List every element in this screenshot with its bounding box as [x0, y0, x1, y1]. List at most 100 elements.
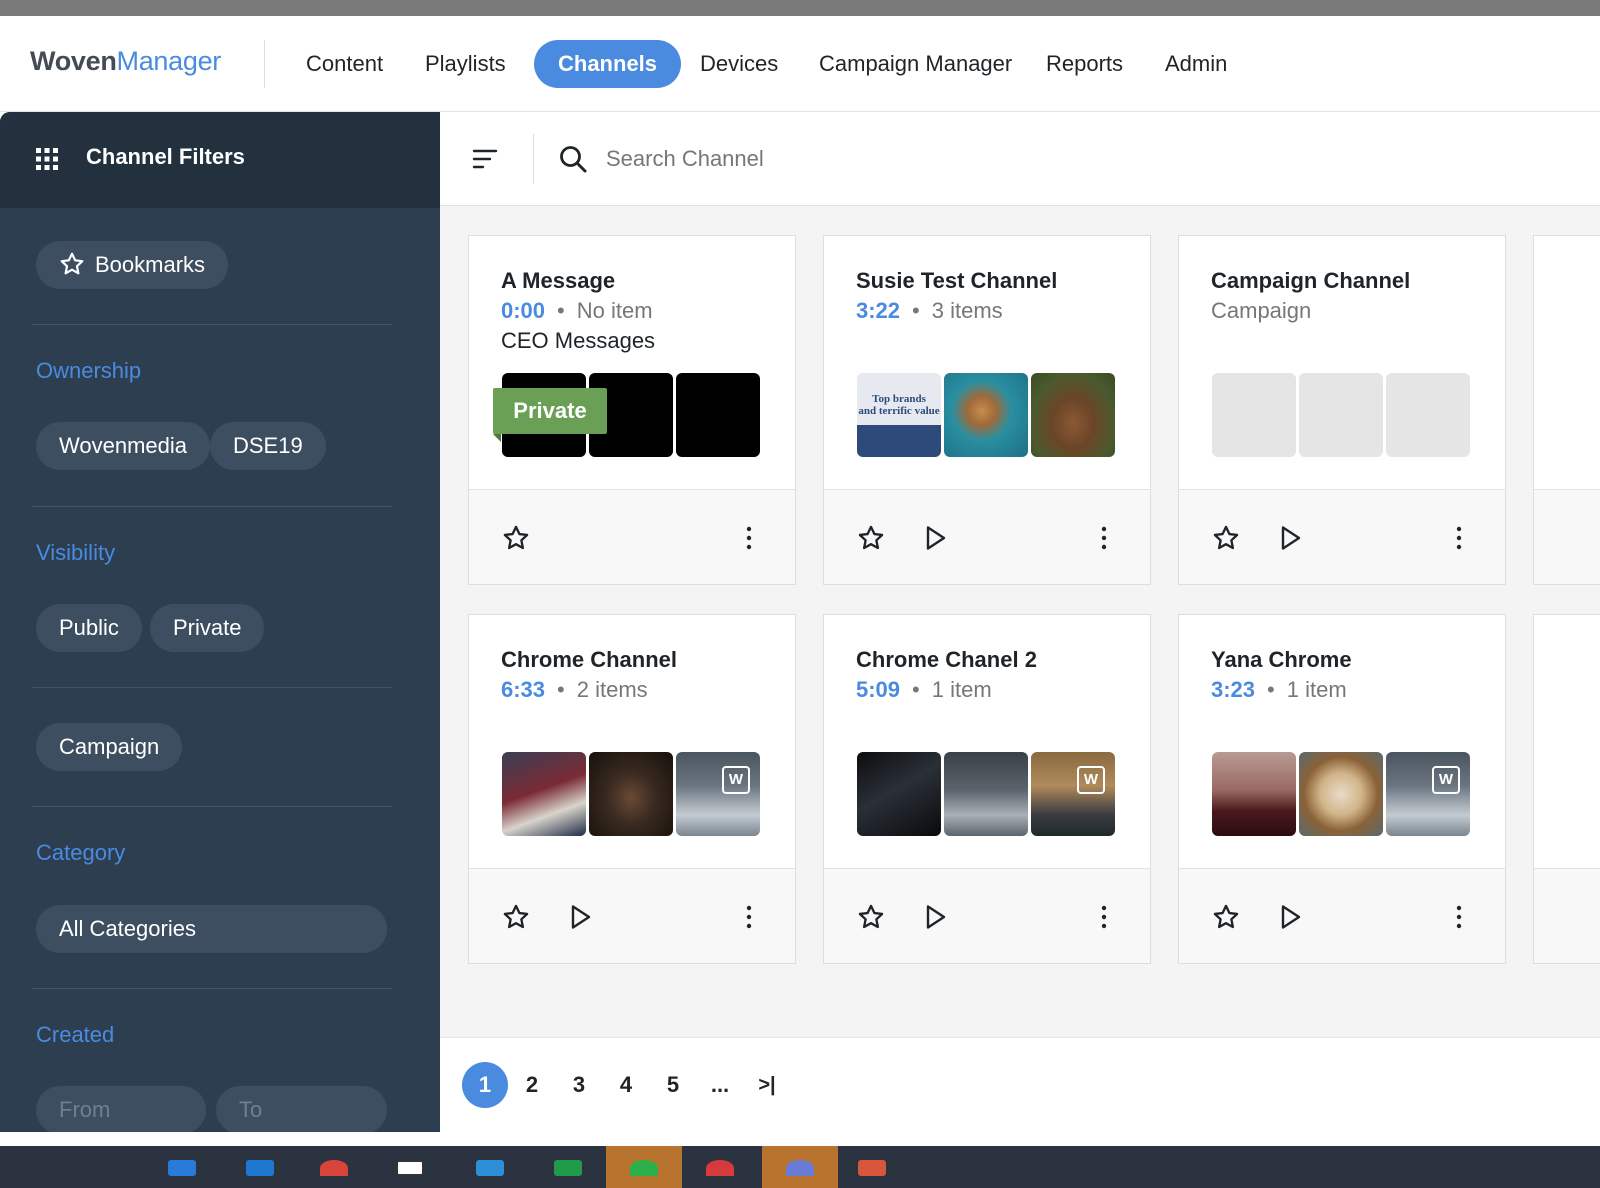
more-vertical-icon[interactable]	[735, 903, 763, 931]
channel-card[interactable]: Yana Chrome 3:23 • 1 item W	[1178, 614, 1506, 964]
page-2-button[interactable]: 2	[509, 1062, 555, 1108]
visibility-chip-private[interactable]: Private	[150, 604, 265, 652]
card-actions	[469, 489, 795, 584]
play-icon[interactable]	[921, 903, 949, 931]
ownership-chip-wovenmedia[interactable]: Wovenmedia	[36, 422, 210, 470]
meta-separator: •	[1267, 677, 1275, 702]
star-icon[interactable]	[502, 524, 530, 552]
taskbar-app-icon[interactable]	[396, 1160, 424, 1176]
channel-meta: 0:00 • No item	[501, 298, 653, 324]
channel-card-partial[interactable]	[1533, 235, 1600, 585]
card-actions	[1534, 489, 1600, 584]
play-icon[interactable]	[921, 524, 949, 552]
channel-item-count: 3 items	[931, 298, 1003, 323]
nav-content[interactable]: Content	[282, 40, 407, 88]
channel-filters-sidebar: Channel Filters Bookmarks Ownership Wove…	[0, 112, 440, 1132]
channel-thumbnails: W	[502, 752, 762, 836]
taskbar-app-icon[interactable]	[858, 1160, 886, 1176]
taskbar-app-icon[interactable]	[786, 1160, 814, 1176]
channel-title: Campaign Channel	[1211, 268, 1411, 293]
page-1-button[interactable]: 1	[462, 1062, 508, 1108]
channel-duration: 5:09	[856, 677, 901, 702]
search-icon	[560, 146, 587, 173]
more-vertical-icon[interactable]	[735, 524, 763, 552]
channel-title: Susie Test Channel	[856, 268, 1058, 293]
play-icon[interactable]	[1276, 903, 1304, 931]
nav-campaign-manager[interactable]: Campaign Manager	[795, 40, 1036, 88]
taskbar-app-icon[interactable]	[246, 1160, 274, 1176]
category-select[interactable]: All Categories	[36, 905, 387, 953]
visibility-chip-public[interactable]: Public	[36, 604, 142, 652]
toolbar-divider	[533, 134, 534, 184]
more-vertical-icon[interactable]	[1445, 903, 1473, 931]
w-badge-icon: W	[1077, 766, 1105, 794]
star-icon[interactable]	[502, 903, 530, 931]
nav-channels[interactable]: Channels	[534, 40, 682, 88]
w-badge-icon: W	[722, 766, 750, 794]
page-4-button[interactable]: 4	[603, 1062, 649, 1108]
taskbar-app-icon[interactable]	[168, 1160, 196, 1176]
star-icon	[60, 252, 84, 275]
nav-devices[interactable]: Devices	[676, 40, 802, 88]
taskbar-app-icon[interactable]	[706, 1160, 734, 1176]
visibility-label: Visibility	[36, 540, 116, 565]
channel-category: CEO Messages	[501, 328, 656, 353]
taskbar-app-icon[interactable]	[320, 1160, 348, 1176]
created-from-input[interactable]: From	[36, 1086, 206, 1132]
star-icon[interactable]	[1212, 524, 1240, 552]
sidebar-title: Channel Filters	[86, 144, 245, 169]
star-icon[interactable]	[857, 524, 885, 552]
taskbar-app-icon[interactable]	[476, 1160, 504, 1176]
grid-icon[interactable]	[36, 148, 58, 170]
taskbar-app-icon[interactable]	[554, 1160, 582, 1176]
channel-title: A Message	[501, 268, 616, 293]
nav-playlists[interactable]: Playlists	[401, 40, 530, 88]
ownership-chip-dse19[interactable]: DSE19	[210, 422, 326, 470]
page-5-button[interactable]: 5	[650, 1062, 696, 1108]
card-actions	[824, 489, 1150, 584]
channel-card[interactable]: Campaign Channel Campaign	[1178, 235, 1506, 585]
page-3-button[interactable]: 3	[556, 1062, 602, 1108]
channel-card[interactable]: A Message 0:00 • No item CEO Messages Priv…	[468, 235, 796, 585]
bookmarks-chip[interactable]: Bookmarks	[36, 241, 229, 289]
sidebar-divider	[32, 324, 392, 325]
taskbar-app-icon[interactable]	[630, 1160, 658, 1176]
thumbnail	[857, 752, 941, 836]
more-vertical-icon[interactable]	[1445, 524, 1473, 552]
channel-card-partial[interactable]	[1533, 614, 1600, 964]
created-to-input[interactable]: To	[216, 1086, 387, 1132]
play-icon[interactable]	[566, 903, 594, 931]
card-actions	[469, 868, 795, 963]
more-vertical-icon[interactable]	[1090, 524, 1118, 552]
star-icon[interactable]	[857, 903, 885, 931]
thumbnail	[502, 752, 586, 836]
channel-meta: 6:33 • 2 items	[501, 677, 648, 703]
campaign-chip[interactable]: Campaign	[36, 723, 183, 771]
channel-card[interactable]: Chrome Channel 6:33 • 2 items W	[468, 614, 796, 964]
channel-card[interactable]: Susie Test Channel 3:22 • 3 items Top bran…	[823, 235, 1151, 585]
channel-duration: 0:00	[501, 298, 546, 323]
meta-separator: •	[912, 298, 920, 323]
channel-card[interactable]: Chrome Chanel 2 5:09 • 1 item W	[823, 614, 1151, 964]
star-icon[interactable]	[1212, 903, 1240, 931]
sidebar-divider	[32, 506, 392, 507]
search-toolbar	[440, 112, 1600, 206]
meta-separator: •	[557, 677, 565, 702]
channel-thumbnails: Top brands and terrific value	[857, 373, 1117, 457]
more-vertical-icon[interactable]	[1090, 903, 1118, 931]
nav-admin[interactable]: Admin	[1141, 40, 1251, 88]
logo-part-2: Manager	[116, 46, 222, 76]
last-page-icon[interactable]: >|	[744, 1062, 790, 1108]
pagination: 1 2 3 4 5 ... >|	[440, 1037, 1600, 1132]
sidebar-divider	[32, 806, 392, 807]
nav-reports[interactable]: Reports	[1022, 40, 1147, 88]
app-logo[interactable]: WovenManager	[30, 46, 221, 77]
play-icon[interactable]	[1276, 524, 1304, 552]
os-taskbar	[0, 1132, 1600, 1188]
search-channel-input[interactable]	[606, 138, 1206, 180]
filter-list-icon[interactable]	[472, 146, 498, 172]
channel-meta: 3:22 • 3 items	[856, 298, 1003, 324]
channel-item-count: 1 item	[931, 677, 992, 702]
card-actions	[1179, 489, 1505, 584]
thumbnail-placeholder	[1212, 373, 1296, 457]
